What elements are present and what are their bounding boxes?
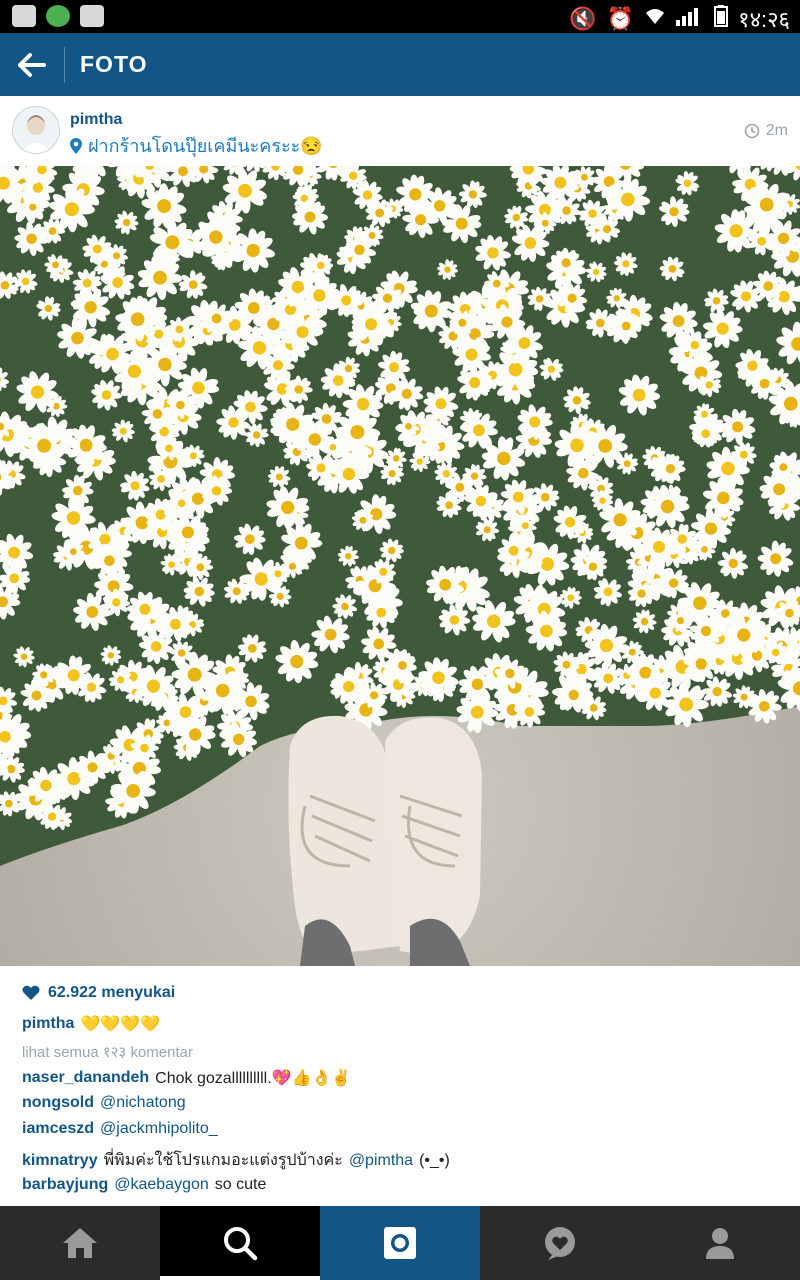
comment-row: barbayjung @kaebaygon so cute [22,1176,266,1194]
app-notification-icon [46,5,70,27]
comment-row: iamceszd @jackmhipolito_ [22,1120,218,1138]
app-bar: FOTO [0,33,800,96]
mute-icon: 🔇 [569,6,597,31]
comment-row: kimnatryy พี่พิมค่ะใช้โปรแกมอะแต่งรูปบ้า… [22,1148,450,1173]
tab-profile[interactable] [640,1206,800,1280]
back-button[interactable] [14,47,50,83]
comment-mention[interactable]: @kaebaygon [114,1176,209,1194]
comment-username[interactable]: nongsold [22,1094,94,1112]
comment-mention[interactable]: @nichatong [100,1094,186,1112]
comment-username[interactable]: naser_danandeh [22,1069,149,1087]
caption-username[interactable]: pimtha [22,1015,74,1033]
comment-username[interactable]: barbayjung [22,1176,108,1194]
signal-icon [676,6,704,32]
page-title: FOTO [80,51,148,77]
post-header: pimtha ฝากร้านโดนปุ๊ยเคมีนะคระะ😒 2m [0,96,800,167]
tab-home[interactable] [0,1206,160,1280]
post-photo[interactable] [0,166,800,966]
status-bar: 🔇 ⏰ १४:२६ [0,0,800,33]
chat-notification-icon [12,5,36,27]
comment-row: nongsold @nichatong [22,1094,186,1112]
caption-text: 💛💛💛💛 [80,1016,161,1033]
bbm-notification-icon [80,5,104,27]
clock-icon [744,123,760,139]
heart-bubble-icon [545,1227,575,1260]
post-username[interactable]: pimtha [70,111,122,129]
comment-row: naser_danandeh Chok gozallllllllll.💖👍👌✌ [22,1068,351,1088]
back-arrow-icon [18,53,46,77]
camera-icon [384,1227,416,1259]
post-time: 2m [744,122,788,140]
comment-text: Chok gozallllllllll.💖👍👌✌ [155,1070,352,1087]
notification-icons [12,5,104,27]
comment-text: so cute [214,1176,267,1193]
post-location[interactable]: ฝากร้านโดนปุ๊ยเคมีนะคระะ😒 [70,131,323,160]
heart-icon [22,985,40,1000]
system-status: 🔇 ⏰ १४:२६ [569,4,790,34]
bottom-navigation [0,1206,800,1280]
location-label: ฝากร้านโดนปุ๊ยเคมีนะคระะ😒 [88,136,323,156]
comment-username[interactable]: kimnatryy [22,1152,98,1170]
search-icon [224,1227,258,1261]
daisies-and-shoes-image [0,166,800,966]
clock: १४:२६ [738,7,790,32]
comment-username[interactable]: iamceszd [22,1120,94,1138]
post-details: 62.922 menyukai pimtha 💛💛💛💛 lihat semua … [0,966,800,1206]
shoes [288,715,482,966]
tab-activity[interactable] [480,1206,640,1280]
location-pin-icon [70,137,82,154]
alarm-icon: ⏰ [606,6,635,31]
battery-icon [714,5,729,33]
tab-explore[interactable] [160,1206,320,1280]
post-caption: pimtha 💛💛💛💛 [22,1014,160,1034]
avatar[interactable] [12,106,60,154]
home-icon [63,1228,97,1258]
time-ago-label: 2m [765,122,788,139]
comment-mention[interactable]: @pimtha [349,1152,413,1170]
likes-count: 62.922 menyukai [48,984,176,1001]
app-bar-divider [64,47,65,83]
comment-suffix: (•_•) [419,1151,450,1169]
tab-camera[interactable] [320,1206,480,1280]
comment-text: พี่พิมค่ะใช้โปรแกมอะแต่งรูปบ้างค่ะ [103,1152,343,1169]
likes-row[interactable]: 62.922 menyukai [22,984,175,1002]
profile-icon [706,1228,734,1259]
comment-mention[interactable]: @jackmhipolito_ [100,1120,218,1138]
wifi-icon [644,6,666,32]
view-all-comments-link[interactable]: lihat semua १२३ komentar [22,1042,193,1062]
